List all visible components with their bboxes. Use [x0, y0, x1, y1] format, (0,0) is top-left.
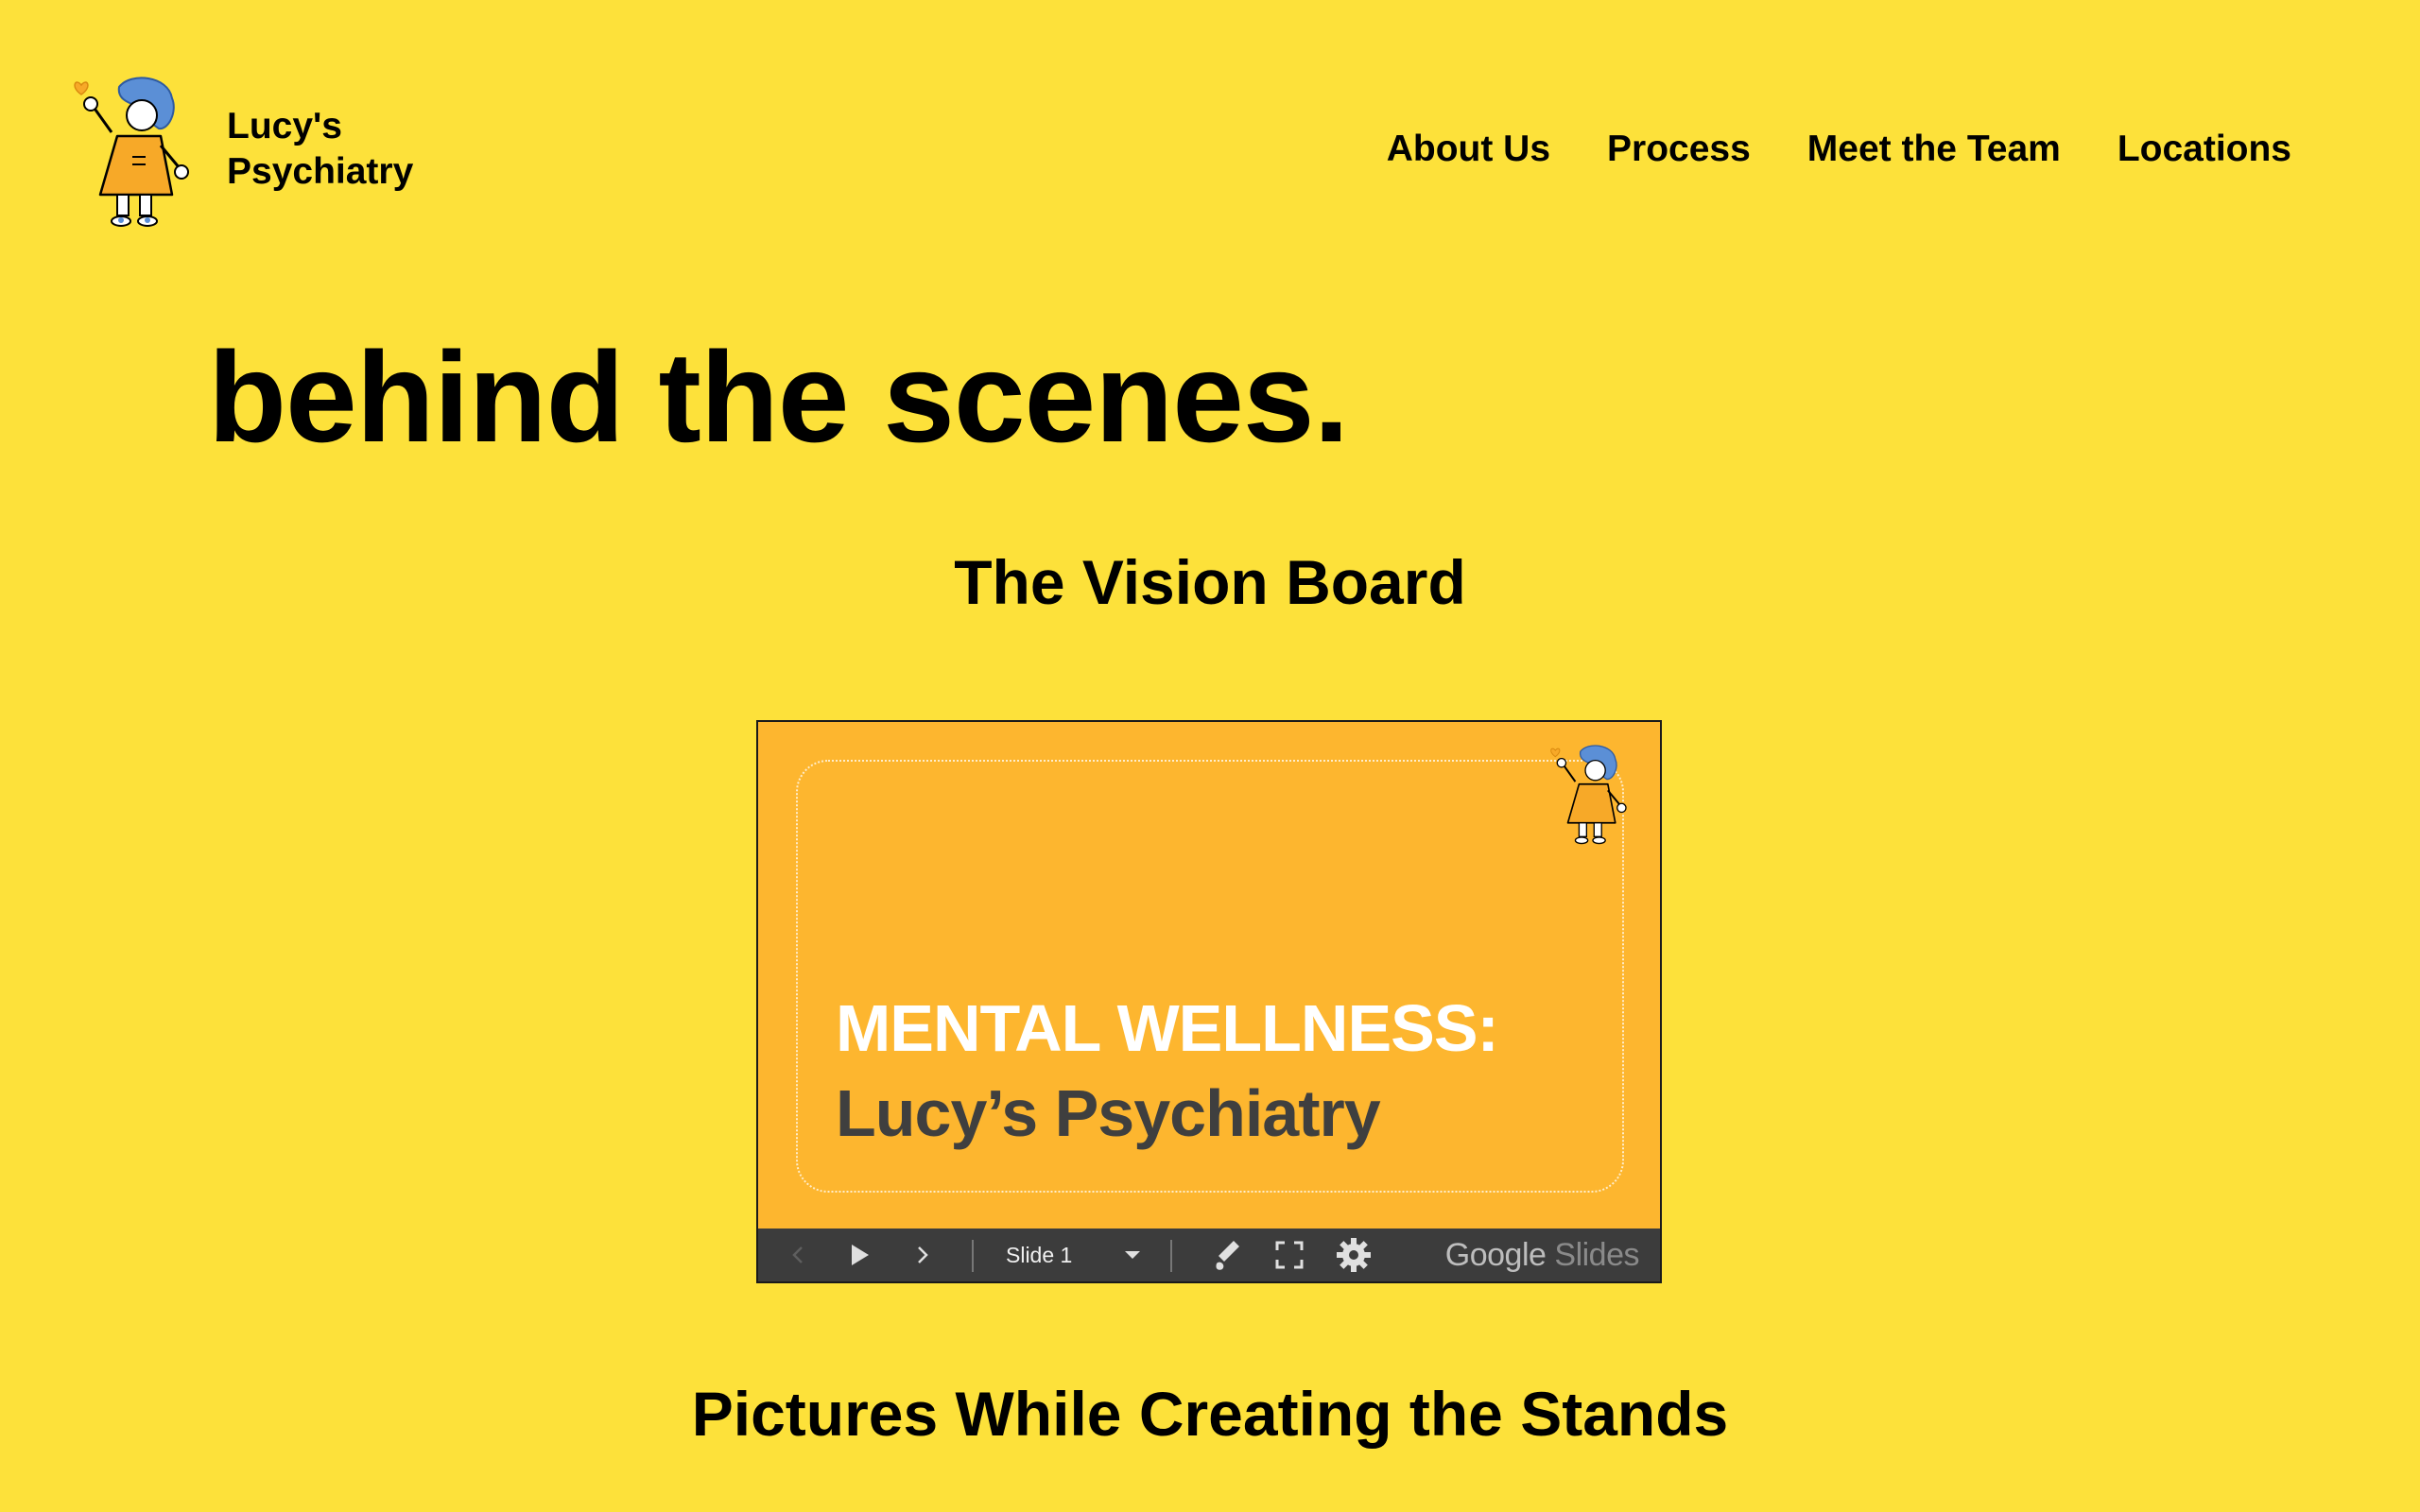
slides-toolbar: Slide 1 Google Slides — [758, 1228, 1660, 1281]
slide-canvas[interactable]: MENTAL WELLNESS: Lucy’s Psychiatry — [758, 722, 1660, 1230]
nav-about-us[interactable]: About Us — [1387, 129, 1550, 170]
nav-meet-the-team[interactable]: Meet the Team — [1807, 129, 2061, 170]
dropdown-icon[interactable] — [1117, 1228, 1148, 1281]
slides-word: Slides — [1554, 1237, 1639, 1273]
brand-name-line2: Psychiatry — [227, 151, 414, 192]
slide-mascot-icon — [1550, 739, 1628, 850]
lucy-mascot-icon[interactable] — [74, 74, 191, 231]
google-word: Google — [1444, 1237, 1547, 1273]
play-icon[interactable] — [841, 1228, 879, 1281]
page-title: behind the scenes. — [208, 325, 1349, 469]
brand-name-line1: Lucy's — [227, 106, 342, 146]
toolbar-separator — [1170, 1240, 1172, 1272]
brand-name[interactable]: Lucy's Psychiatry — [227, 104, 413, 195]
google-slides-embed[interactable]: MENTAL WELLNESS: Lucy’s Psychiatry Slide… — [756, 720, 1662, 1283]
nav-process[interactable]: Process — [1607, 129, 1751, 170]
gear-icon[interactable] — [1335, 1228, 1373, 1281]
vision-board-heading: The Vision Board — [954, 547, 1466, 617]
pen-icon[interactable] — [1208, 1228, 1246, 1281]
slide-selector[interactable]: Slide 1 — [1006, 1228, 1072, 1281]
fullscreen-icon[interactable] — [1270, 1228, 1308, 1281]
google-slides-logo[interactable]: Google Slides — [1444, 1228, 1640, 1281]
pictures-heading: Pictures While Creating the Stands — [691, 1379, 1729, 1449]
main-nav: About Us Process Meet the Team Locations — [1387, 129, 2291, 170]
chevron-right-icon[interactable] — [906, 1228, 940, 1281]
slide-subheading: Lucy’s Psychiatry — [836, 1076, 1381, 1150]
toolbar-separator — [972, 1240, 974, 1272]
site-header: Lucy's Psychiatry About Us Process Meet … — [0, 0, 2420, 246]
nav-locations[interactable]: Locations — [2118, 129, 2291, 170]
chevron-left-icon[interactable] — [781, 1228, 815, 1281]
slide-heading: MENTAL WELLNESS: — [836, 991, 1499, 1065]
